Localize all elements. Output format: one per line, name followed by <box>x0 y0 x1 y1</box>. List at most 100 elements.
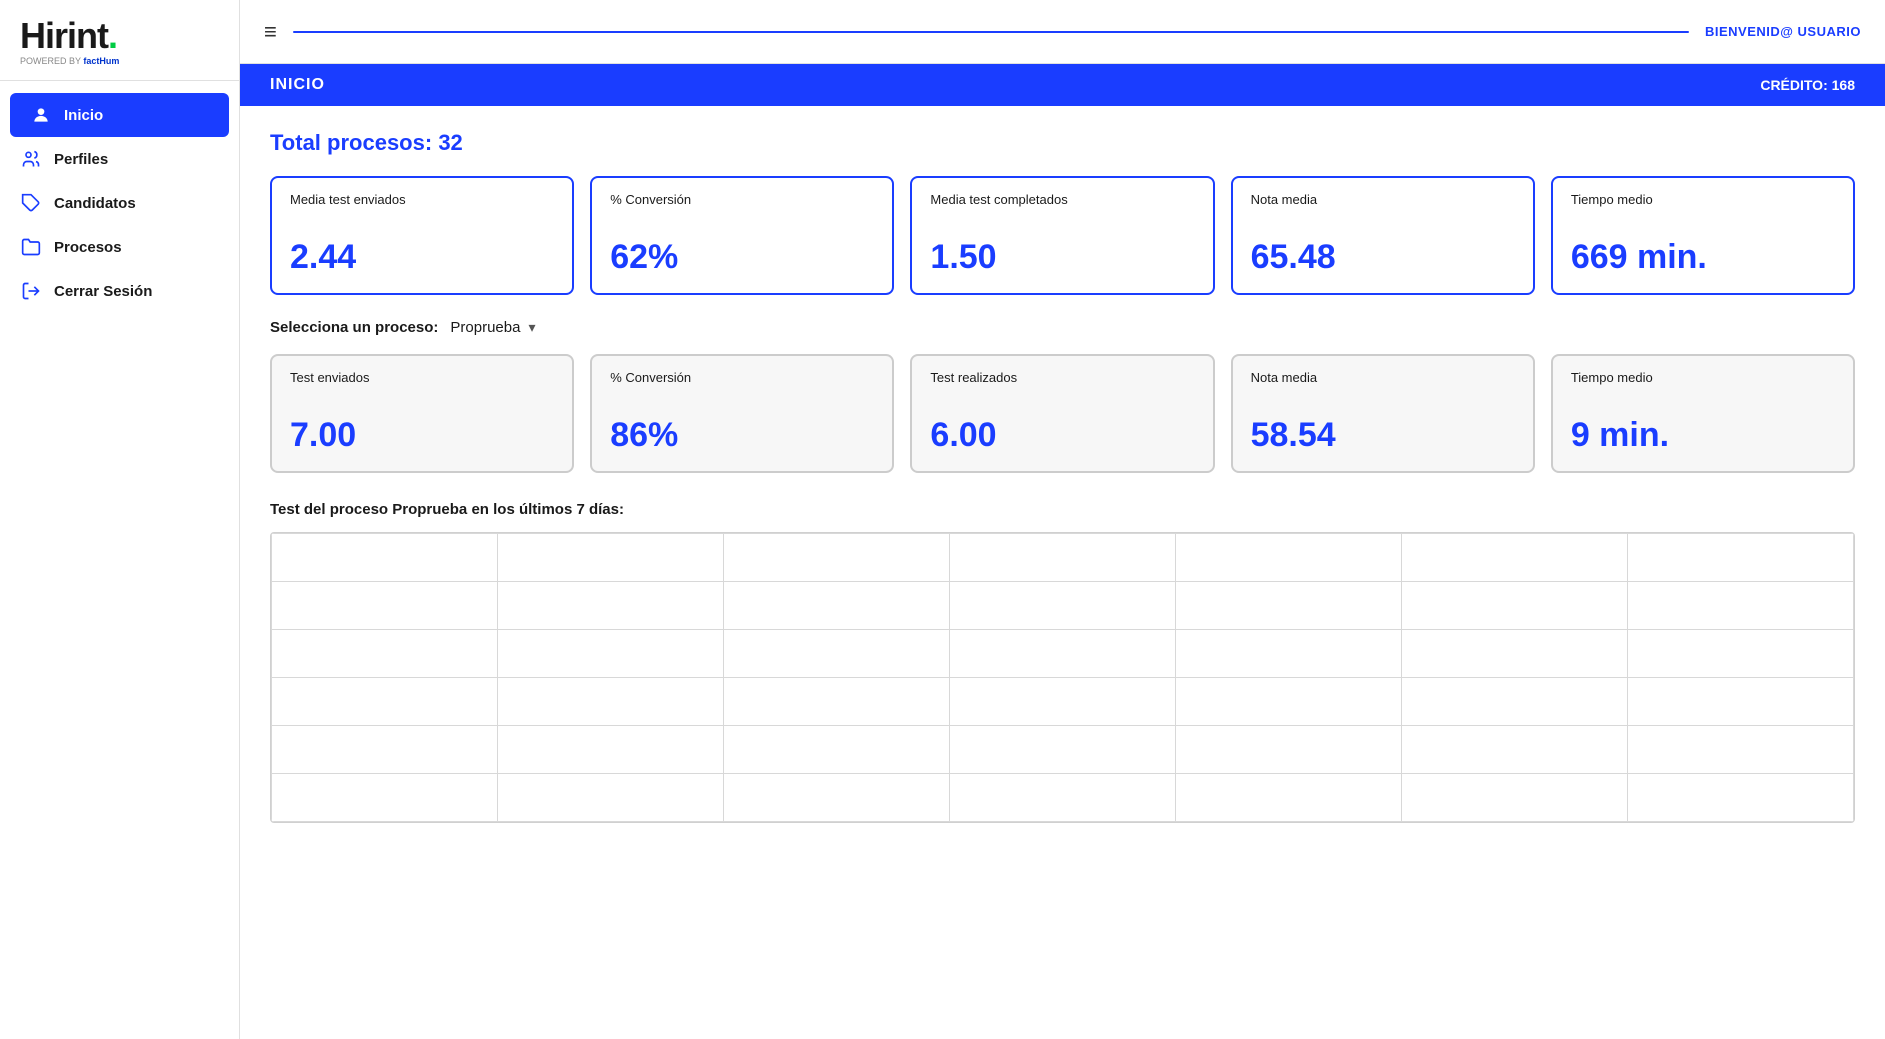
chart-grid <box>271 533 1854 822</box>
stat-value-0: 2.44 <box>290 238 554 277</box>
chart-section-title: Test del proceso Proprueba en los último… <box>270 501 1855 518</box>
chart-cell <box>950 726 1176 774</box>
menu-icon[interactable]: ≡ <box>264 19 277 45</box>
stat-value-4: 669 min. <box>1571 238 1835 277</box>
sidebar-label-perfiles: Perfiles <box>54 151 108 168</box>
stat-value-1: 62% <box>610 238 874 277</box>
chart-cell <box>498 630 724 678</box>
chart-cell <box>498 534 724 582</box>
chart-cell <box>724 630 950 678</box>
chart-cell <box>1628 582 1854 630</box>
chart-cell <box>950 678 1176 726</box>
process-stat-value-2: 6.00 <box>930 416 1194 455</box>
sidebar-label-candidatos: Candidatos <box>54 195 136 212</box>
chevron-down-icon: ▾ <box>528 319 535 336</box>
sidebar-item-perfiles[interactable]: Perfiles <box>0 137 239 181</box>
chart-cell <box>1628 630 1854 678</box>
credit-display: CRÉDITO: 168 <box>1760 77 1855 93</box>
process-stat-label-4: Tiempo medio <box>1571 370 1835 406</box>
stat-label-4: Tiempo medio <box>1571 192 1835 228</box>
process-stat-label-3: Nota media <box>1251 370 1515 406</box>
stat-label-1: % Conversión <box>610 192 874 228</box>
process-stat-label-2: Test realizados <box>930 370 1194 406</box>
stat-label-0: Media test enviados <box>290 192 554 228</box>
chart-cell <box>272 630 498 678</box>
dashboard: Total procesos: 32 Media test enviados 2… <box>240 106 1885 847</box>
page-header: INICIO CRÉDITO: 168 <box>240 64 1885 106</box>
chart-cell <box>1628 678 1854 726</box>
chart-cell <box>950 630 1176 678</box>
sidebar-item-procesos[interactable]: Procesos <box>0 225 239 269</box>
chart-cell <box>1402 774 1628 822</box>
stat-card-tiempo-medio: Tiempo medio 669 min. <box>1551 176 1855 295</box>
process-stat-value-0: 7.00 <box>290 416 554 455</box>
chart-cell <box>272 678 498 726</box>
chart-cell <box>272 582 498 630</box>
main-area: ≡ BIENVENID@ USUARIO INICIO CRÉDITO: 168… <box>240 0 1885 1039</box>
process-stat-value-3: 58.54 <box>1251 416 1515 455</box>
stat-value-2: 1.50 <box>930 238 1194 277</box>
users-icon <box>20 148 42 170</box>
chart-cell <box>1628 534 1854 582</box>
user-greeting: BIENVENID@ USUARIO <box>1705 24 1861 39</box>
chart-cell <box>1176 534 1402 582</box>
process-stat-card-tiempo: Tiempo medio 9 min. <box>1551 354 1855 473</box>
chart-cell <box>950 774 1176 822</box>
process-stat-card-realizados: Test realizados 6.00 <box>910 354 1214 473</box>
sidebar-label-procesos: Procesos <box>54 239 122 256</box>
sidebar-item-candidatos[interactable]: Candidatos <box>0 181 239 225</box>
power-icon <box>20 280 42 302</box>
chart-cell <box>1176 774 1402 822</box>
process-selector-label: Selecciona un proceso: <box>270 319 438 336</box>
sidebar-label-inicio: Inicio <box>64 107 103 124</box>
folder-icon <box>20 236 42 258</box>
chart-cell <box>1402 726 1628 774</box>
stat-card-media-completados: Media test completados 1.50 <box>910 176 1214 295</box>
chart-cell <box>724 534 950 582</box>
page-title: INICIO <box>270 76 325 94</box>
user-icon <box>30 104 52 126</box>
process-stat-card-nota: Nota media 58.54 <box>1231 354 1535 473</box>
chart-cell <box>498 582 724 630</box>
tag-icon <box>20 192 42 214</box>
sidebar: Hirint. POWERED BY factHum Inicio Perfil… <box>0 0 240 1039</box>
chart-cell <box>724 726 950 774</box>
process-stat-card-conversion: % Conversión 86% <box>590 354 894 473</box>
chart-cell <box>950 582 1176 630</box>
process-selected-value: Proprueba <box>450 319 520 336</box>
process-stats-row: Test enviados 7.00 % Conversión 86% Test… <box>270 354 1855 473</box>
chart-cell <box>1402 630 1628 678</box>
stat-card-media-enviados: Media test enviados 2.44 <box>270 176 574 295</box>
process-dropdown[interactable]: Proprueba ▾ <box>450 319 535 336</box>
logo-area: Hirint. POWERED BY factHum <box>0 0 239 81</box>
powered-by: POWERED BY factHum <box>20 56 219 66</box>
sidebar-item-cerrar-sesion[interactable]: Cerrar Sesión <box>0 269 239 313</box>
process-stat-value-1: 86% <box>610 416 874 455</box>
nav-menu: Inicio Perfiles Candidatos Procesos Cerr <box>0 81 239 325</box>
chart-cell <box>1628 774 1854 822</box>
stat-label-3: Nota media <box>1251 192 1515 228</box>
content-area: INICIO CRÉDITO: 168 Total procesos: 32 M… <box>240 64 1885 1039</box>
process-stat-label-0: Test enviados <box>290 370 554 406</box>
chart-cell <box>1176 678 1402 726</box>
stat-card-nota-media: Nota media 65.48 <box>1231 176 1535 295</box>
global-stats-row: Media test enviados 2.44 % Conversión 62… <box>270 176 1855 295</box>
chart-cell <box>950 534 1176 582</box>
chart-cell <box>1402 678 1628 726</box>
chart-cell <box>724 774 950 822</box>
chart-container <box>270 532 1855 823</box>
chart-cell <box>498 726 724 774</box>
sidebar-item-inicio[interactable]: Inicio <box>10 93 229 137</box>
chart-cell <box>272 534 498 582</box>
chart-cell <box>724 582 950 630</box>
stat-value-3: 65.48 <box>1251 238 1515 277</box>
app-logo: Hirint. <box>20 18 219 54</box>
process-stat-value-4: 9 min. <box>1571 416 1835 455</box>
sidebar-label-cerrar-sesion: Cerrar Sesión <box>54 283 152 300</box>
chart-cell <box>1176 582 1402 630</box>
topbar: ≡ BIENVENID@ USUARIO <box>240 0 1885 64</box>
chart-cell <box>1402 582 1628 630</box>
process-selector: Selecciona un proceso: Proprueba ▾ <box>270 319 1855 336</box>
stat-label-2: Media test completados <box>930 192 1194 228</box>
topbar-divider <box>293 31 1689 33</box>
